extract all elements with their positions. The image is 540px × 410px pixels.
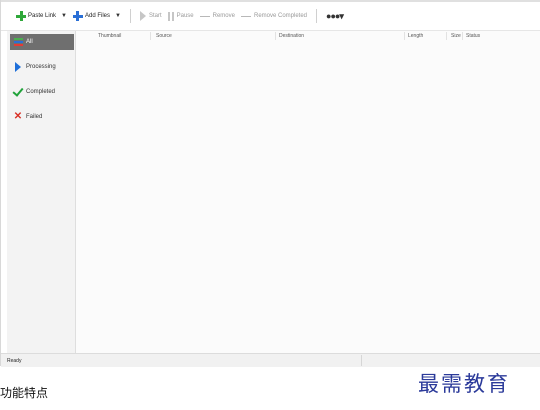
column-header-size[interactable]: Size [451,33,461,39]
start-button[interactable]: Start [137,7,165,25]
column-header-destination[interactable]: Destination [279,33,304,39]
plus-icon [72,11,83,21]
remove-completed-button[interactable]: Remove Completed [238,7,310,25]
sidebar-item-label: Completed [26,89,56,95]
column-header-status[interactable]: Status [466,33,480,39]
file-list: Thumbnail Source Destination Length Size… [76,31,540,353]
app-window: Paste Link ▼ Add Files ▼ Start Pause Rem… [0,0,540,367]
status-text: Ready [7,358,22,364]
toolbar: Paste Link ▼ Add Files ▼ Start Pause Rem… [1,2,540,31]
section-caption: 功能特点 [0,386,49,400]
add-files-button[interactable]: Add Files ▼ [70,7,124,25]
sidebar-item-label: Processing [26,64,56,70]
status-bar: Ready [1,353,540,367]
column-header-source[interactable]: Source [156,33,172,39]
start-label: Start [148,13,162,19]
more-options-button[interactable]: ●●●▾ [323,7,346,25]
remove-completed-label: Remove Completed [253,13,308,19]
chevron-down-icon[interactable]: ▼ [115,13,121,19]
remove-label: Remove [212,13,235,19]
brand-logo-text: 最需教育 [418,372,510,396]
toolbar-separator [129,9,131,23]
pause-icon [167,11,174,21]
sidebar-item-all[interactable]: All [10,34,74,50]
more-icon: ●●●▾ [326,10,344,21]
chevron-down-icon[interactable]: ▼ [61,13,67,19]
sidebar-item-completed[interactable]: Completed [10,84,74,100]
sidebar: All Processing Completed ✕ Failed [7,31,76,353]
sidebar-item-label: Failed [26,114,43,120]
toolbar-separator [316,9,318,23]
paste-link-button[interactable]: Paste Link ▼ [13,7,70,25]
paste-link-label: Paste Link [28,13,57,19]
column-header-thumbnail[interactable]: Thumbnail [98,33,121,39]
pause-label: Pause [176,13,194,19]
check-icon [12,84,24,97]
column-header-length[interactable]: Length [408,33,423,39]
remove-button[interactable]: Remove [197,7,238,25]
minus-icon [199,15,210,17]
plus-icon [16,11,26,21]
table-header: Thumbnail Source Destination Length Size… [76,31,540,41]
minus-icon [240,15,251,17]
status-divider [361,355,362,366]
sidebar-item-failed[interactable]: ✕ Failed [10,109,74,125]
sidebar-item-label: All [26,39,33,45]
x-icon: ✕ [13,111,23,122]
add-files-label: Add Files [84,13,110,19]
pause-button[interactable]: Pause [165,7,197,25]
play-icon [13,62,23,72]
sidebar-item-processing[interactable]: Processing [10,59,74,75]
play-icon [139,11,146,21]
all-list-icon [13,37,23,47]
